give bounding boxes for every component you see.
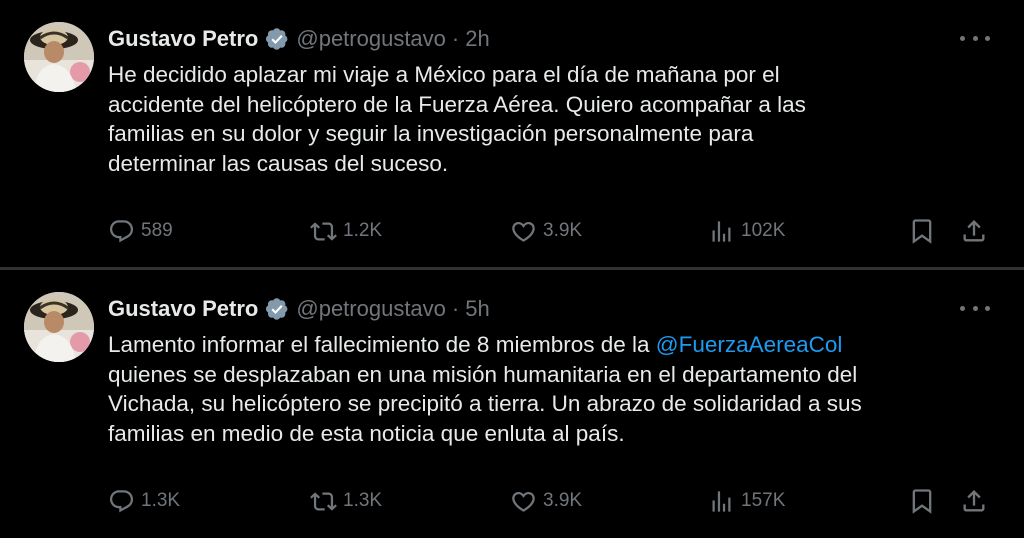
more-options-icon[interactable]: [960, 298, 990, 318]
timestamp[interactable]: 5h: [465, 296, 489, 322]
repost-count: 1.2K: [343, 220, 383, 241]
author-handle[interactable]: @petrogustavo: [296, 26, 446, 52]
tweet-text-line: He decidido aplazar mi viaje a México pa…: [108, 62, 780, 87]
repost-icon: [310, 491, 337, 511]
tweet-text-segment: Lamento informar el fallecimiento de 8 m…: [108, 332, 656, 357]
views-count: 157K: [741, 490, 786, 511]
reply-button[interactable]: 589: [108, 216, 173, 246]
views-button[interactable]: 157K: [708, 486, 785, 516]
tweet-text: He decidido aplazar mi viaje a México pa…: [108, 60, 988, 178]
tweet-text-line: determinar las causas del suceso.: [108, 150, 449, 176]
reply-button[interactable]: 1.3K: [108, 486, 180, 516]
tweet-actions: 1.3K 1.3K 3.9K 157K: [108, 486, 998, 516]
avatar[interactable]: [24, 22, 94, 92]
tweet-text: Lamento informar el fallecimiento de 8 m…: [108, 330, 988, 448]
tweet-actions: 589 1.2K 3.9K 102K: [108, 216, 998, 246]
tweet-text-line: accidente del helicóptero de la Fuerza A…: [108, 91, 806, 117]
like-button[interactable]: 3.9K: [510, 216, 582, 246]
views-chart-icon: [712, 490, 731, 512]
author-name[interactable]: Gustavo Petro: [108, 26, 258, 52]
tweet[interactable]: Gustavo Petro @petrogustavo · 5h Lamento…: [0, 270, 1024, 538]
like-count: 3.9K: [543, 490, 583, 511]
mention-link[interactable]: @FuerzaAereaCol: [656, 332, 843, 357]
tweet-text-line: Lamento informar el fallecimiento de 8 m…: [108, 330, 988, 360]
tweet-text-line: Vichada, su helicóptero se precipitó a t…: [108, 391, 862, 416]
repost-button[interactable]: 1.3K: [310, 486, 382, 516]
like-button[interactable]: 3.9K: [510, 486, 582, 516]
tweet-text-line: familias en su dolor y seguir la investi…: [108, 121, 754, 146]
share-icon: [963, 490, 985, 512]
share-button[interactable]: [960, 486, 994, 516]
tweet-text-line: familias en medio de esta noticia que en…: [108, 420, 625, 446]
author-handle[interactable]: @petrogustavo: [296, 296, 446, 322]
separator-dot: ·: [451, 296, 460, 321]
author-name[interactable]: Gustavo Petro: [108, 296, 258, 322]
views-button[interactable]: 102K: [708, 216, 785, 246]
repost-button[interactable]: 1.2K: [310, 216, 382, 246]
verified-badge-icon[interactable]: [264, 296, 290, 322]
views-chart-icon: [712, 220, 731, 242]
tweet-header: Gustavo Petro @petrogustavo · 5h: [108, 294, 490, 324]
reply-count: 1.3K: [141, 490, 181, 511]
heart-icon: [512, 221, 535, 242]
like-count: 3.9K: [543, 220, 583, 241]
timestamp[interactable]: 2h: [465, 26, 489, 52]
bookmark-button[interactable]: [908, 216, 942, 246]
tweet[interactable]: Gustavo Petro @petrogustavo · 2h He deci…: [0, 0, 1024, 268]
avatar[interactable]: [24, 292, 94, 362]
bookmark-button[interactable]: [908, 486, 942, 516]
reply-icon: [109, 219, 134, 242]
bookmark-icon: [912, 219, 932, 244]
reply-icon: [109, 489, 134, 512]
views-count: 102K: [741, 220, 786, 241]
repost-count: 1.3K: [343, 490, 383, 511]
more-options-icon[interactable]: [960, 28, 990, 48]
separator-dot: ·: [451, 26, 460, 51]
heart-icon: [512, 491, 535, 512]
verified-badge-icon[interactable]: [264, 26, 290, 52]
share-icon: [963, 220, 985, 242]
tweet-text-line: quienes se desplazaban en una misión hum…: [108, 361, 858, 387]
tweet-header: Gustavo Petro @petrogustavo · 2h: [108, 24, 490, 54]
share-button[interactable]: [960, 216, 994, 246]
repost-icon: [310, 221, 337, 241]
bookmark-icon: [912, 489, 932, 514]
reply-count: 589: [141, 220, 173, 241]
